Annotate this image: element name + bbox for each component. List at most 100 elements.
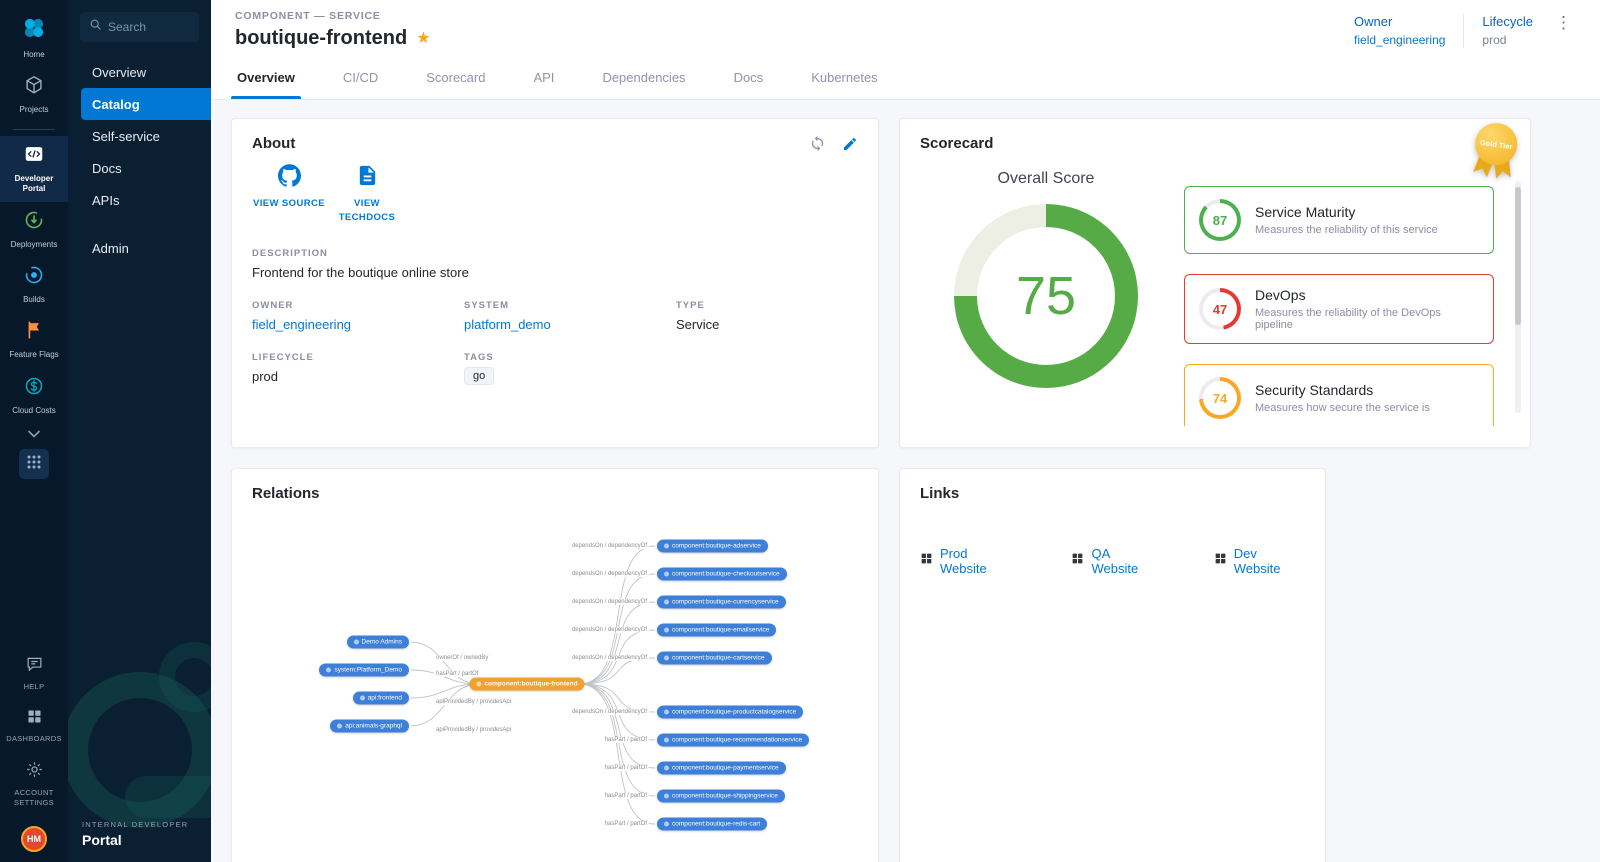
nav-item-label: ACCOUNT SETTINGS [14, 787, 54, 807]
scorecard-item[interactable]: 74 Security Standards Measures how secur… [1184, 364, 1494, 426]
relation-edge-label: ownerOf / ownedBy [434, 655, 491, 661]
relation-node[interactable]: component:boutique-shippingservice [657, 789, 785, 803]
tab-cicd[interactable]: CI/CD [343, 56, 378, 99]
nav-item-label: Feature Flags [9, 350, 59, 360]
techdocs-icon [356, 164, 379, 192]
gold-tier-badge: Gold Tier [1468, 120, 1522, 186]
overall-score-label: Overall Score [997, 170, 1095, 187]
relation-node[interactable]: Demo Admins [346, 635, 409, 649]
lifecycle-field: LIFECYCLE prod [252, 352, 464, 385]
score-item-name: Security Standards [1255, 382, 1374, 398]
overall-score-value: 75 [1015, 266, 1077, 326]
sidebar-footer-eyebrow: INTERNAL DEVELOPER [82, 820, 189, 829]
tags-field: TAGS go [464, 352, 676, 385]
gear-icon [25, 760, 44, 784]
nav-item-feature-flags[interactable]: Feature Flags [0, 312, 68, 367]
scorecard-card: Scorecard Gold Tier Overall Score 75 87 … [899, 118, 1531, 448]
sidebar-item-self-service[interactable]: Self-service [68, 120, 211, 152]
relation-node[interactable]: component:boutique-productcatalogservice [657, 705, 804, 719]
owner-value-link[interactable]: field_engineering [1354, 33, 1445, 47]
edit-pencil-icon[interactable] [842, 136, 858, 152]
view-source-link[interactable]: VIEW SOURCE [252, 164, 326, 226]
nav-expand-chevron-icon[interactable] [27, 425, 41, 443]
entity-tabs: Overview CI/CD Scorecard API Dependencie… [211, 56, 1600, 100]
relation-node[interactable]: component:boutique-paymentservice [657, 761, 786, 775]
nav-item-projects[interactable]: Projects [0, 67, 68, 122]
grid-squares-icon [1214, 552, 1227, 570]
tab-kubernetes[interactable]: Kubernetes [811, 56, 878, 99]
relation-node[interactable]: api:animals-graphql [330, 719, 409, 733]
page-title: boutique-frontend [235, 27, 408, 49]
kebab-menu-icon[interactable]: ⋮ [1551, 13, 1576, 33]
nav-item-home[interactable]: Home [0, 8, 68, 67]
harness-logo-icon [21, 15, 47, 46]
deployments-icon [23, 209, 45, 236]
link-item[interactable]: QA Website [1071, 546, 1157, 576]
sidebar-item-docs[interactable]: Docs [68, 152, 211, 184]
score-item-donut: 47 [1199, 288, 1241, 330]
nav-item-label: Builds [23, 294, 45, 304]
scorecard-item[interactable]: 47 DevOps Measures the reliability of th… [1184, 274, 1494, 344]
relation-node[interactable]: component:boutique-currencyservice [657, 595, 786, 609]
relation-edge-label: hasPart / partOf [602, 793, 649, 799]
relation-node[interactable]: system:Platform_Demo [319, 663, 409, 677]
owner-field-value[interactable]: field_engineering [252, 317, 464, 332]
system-field-value[interactable]: platform_demo [464, 317, 676, 332]
scorecard-item[interactable]: 87 Service Maturity Measures the reliabi… [1184, 186, 1494, 254]
entity-icon [353, 639, 359, 645]
nav-item-help[interactable]: HELP [0, 646, 68, 700]
user-avatar[interactable]: HM [21, 826, 47, 852]
tab-dependencies[interactable]: Dependencies [602, 56, 685, 99]
relation-node[interactable]: component:boutique-frontend [469, 677, 585, 691]
tag-chip[interactable]: go [464, 366, 495, 385]
breadcrumb: COMPONENT — SERVICE [235, 10, 381, 22]
relation-edge-label: dependsOn / dependencyOf [569, 543, 649, 549]
link-item[interactable]: Dev Website [1214, 546, 1305, 576]
tab-docs[interactable]: Docs [734, 56, 764, 99]
relation-edge-label: apiProvidedBy / providesApi [434, 699, 514, 705]
tab-scorecard[interactable]: Scorecard [426, 56, 485, 99]
tab-overview[interactable]: Overview [231, 56, 301, 99]
score-item-name: DevOps [1255, 287, 1306, 303]
lifecycle-value: prod [1482, 33, 1507, 47]
sidebar-item-overview[interactable]: Overview [68, 56, 211, 88]
links-card: Links Prod Website QA Website Dev Websit… [899, 468, 1326, 862]
scorecard-scrollbar-thumb[interactable] [1515, 187, 1521, 325]
tab-api[interactable]: API [533, 56, 554, 99]
module-selector-button[interactable] [19, 449, 49, 480]
owner-meta: Owner field_engineering [1354, 14, 1445, 49]
about-card: About VIEW SOURCE VIEW TECHDOCS DESCRIPT… [231, 118, 879, 448]
nav-item-cloud-costs[interactable]: Cloud Costs [0, 368, 68, 423]
relation-node[interactable]: component:boutique-adservice [657, 539, 768, 553]
sidebar-item-apis[interactable]: APIs [68, 184, 211, 216]
score-item-value: 74 [1212, 390, 1228, 406]
entity-icon [664, 821, 669, 827]
lifecycle-field-value: prod [252, 368, 279, 384]
nav-item-deployments[interactable]: Deployments [0, 202, 68, 257]
grid-squares-icon [1071, 552, 1084, 570]
relation-edge-label: hasPart / partOf [602, 821, 649, 827]
nav-item-account-settings[interactable]: ACCOUNT SETTINGS [0, 752, 68, 816]
nav-item-dashboards[interactable]: DASHBOARDS [0, 700, 68, 752]
relation-node[interactable]: component:boutique-redis-cart [657, 817, 768, 831]
relation-node[interactable]: component:boutique-emailservice [657, 623, 777, 637]
nav-item-label: DASHBOARDS [6, 733, 62, 743]
nav-item-builds[interactable]: Builds [0, 257, 68, 312]
relation-edge-label: apiProvidedBy / providesApi [434, 727, 514, 733]
favorite-star-icon[interactable]: ★ [416, 30, 430, 47]
link-item[interactable]: Prod Website [920, 546, 1015, 576]
relation-edge-label: hasPart / partOf [434, 671, 481, 677]
refresh-icon[interactable] [809, 135, 826, 152]
relation-node[interactable]: component:boutique-checkoutservice [657, 567, 787, 581]
owner-label: Owner [1354, 14, 1393, 29]
view-techdocs-link[interactable]: VIEW TECHDOCS [330, 164, 404, 226]
nav-item-developer-portal[interactable]: Developer Portal [0, 135, 68, 202]
relation-node[interactable]: api:frontend [352, 691, 409, 705]
relation-node[interactable]: component:boutique-cartservice [657, 651, 772, 665]
score-item-value: 47 [1212, 301, 1228, 317]
relation-node[interactable]: component:boutique-recommendationservice [657, 733, 810, 747]
sidebar-search[interactable] [80, 12, 199, 42]
search-input[interactable] [108, 20, 192, 34]
sidebar-item-catalog[interactable]: Catalog [81, 88, 211, 120]
sidebar-item-admin[interactable]: Admin [68, 232, 211, 264]
